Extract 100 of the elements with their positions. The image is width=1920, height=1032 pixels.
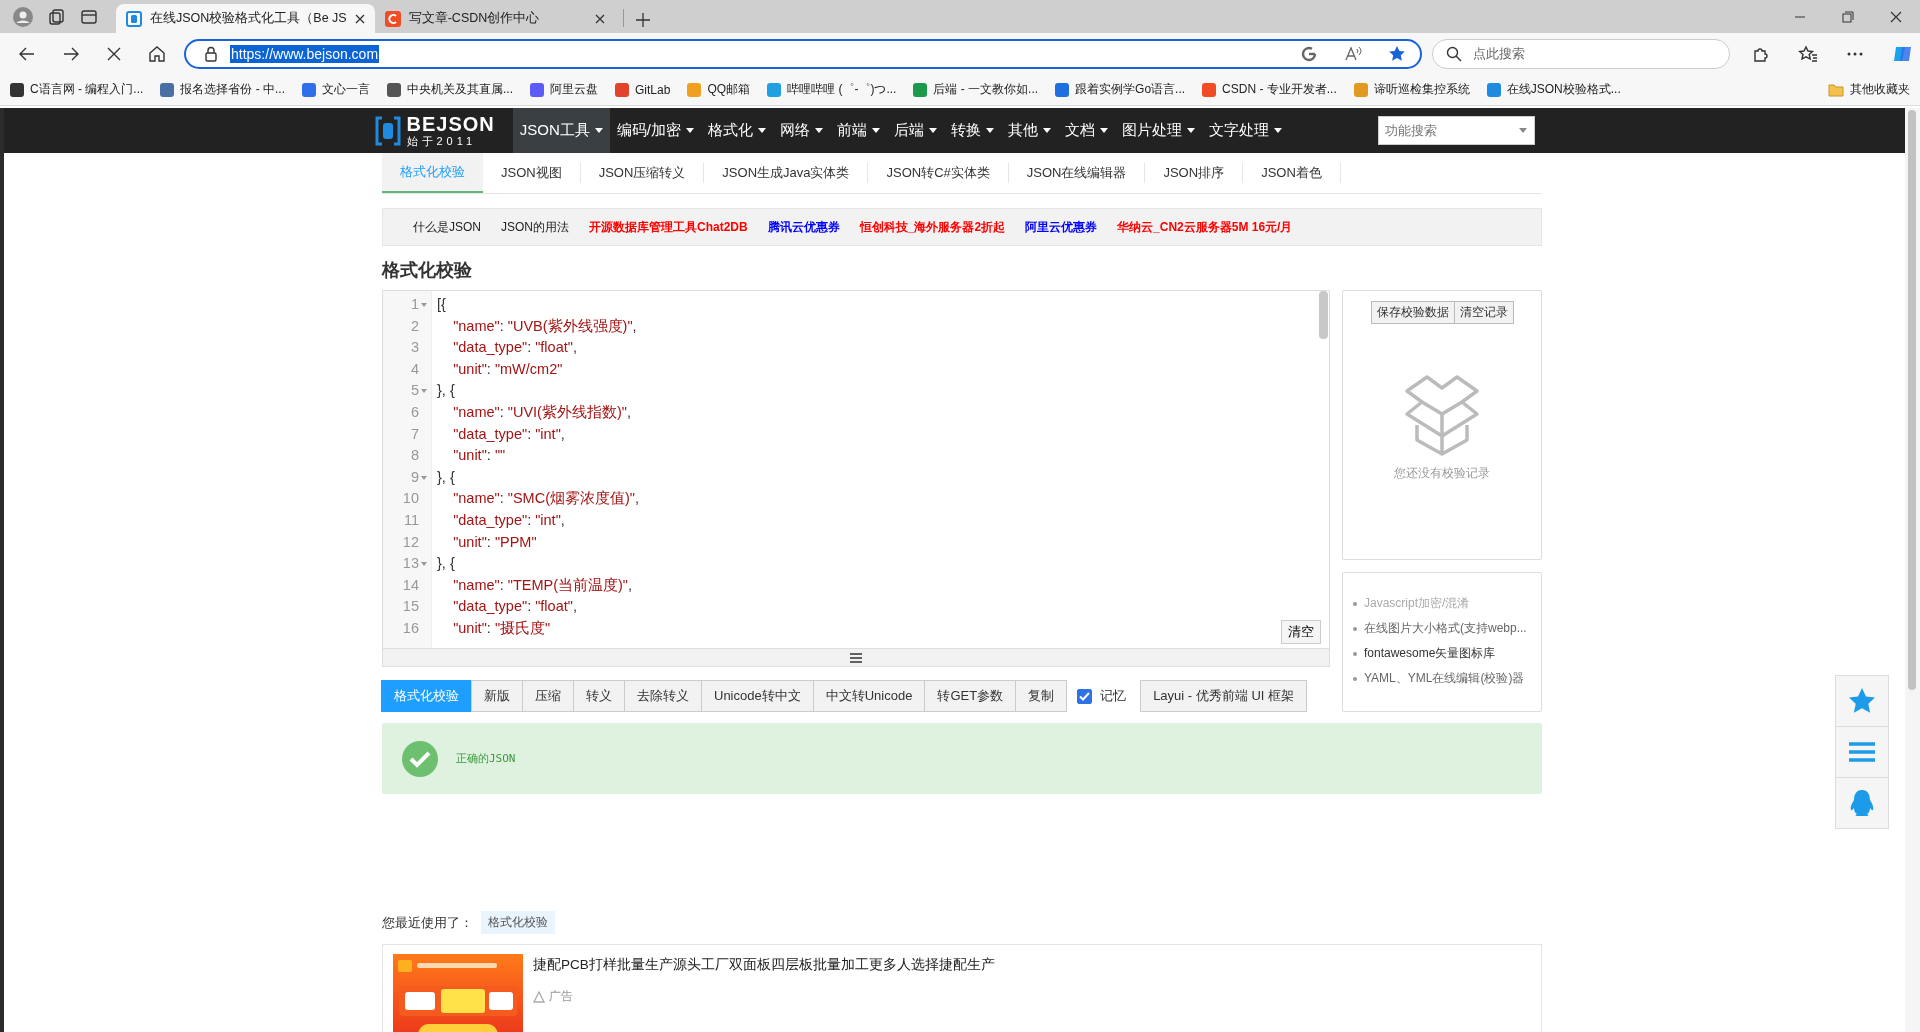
address-bar[interactable]: https://www.bejson.com — [184, 38, 1422, 69]
toolbar-button[interactable]: Unicode转中文 — [701, 680, 814, 712]
link[interactable]: 腾讯云优惠券 — [767, 218, 840, 236]
logo-title: BEJSON — [406, 114, 495, 134]
stop-icon[interactable] — [106, 45, 122, 62]
code-line: [{ — [437, 295, 446, 314]
tool-tab[interactable]: JSON转C#实体类 — [868, 163, 1009, 183]
menu-item[interactable]: 文字处理 — [1201, 108, 1289, 153]
toolbar-button[interactable]: 转GET参数 — [924, 680, 1017, 712]
tool-tab[interactable]: JSON着色 — [1243, 163, 1341, 183]
tool-tab[interactable]: JSON生成Java实体类 — [704, 163, 869, 183]
recent-tag[interactable]: 格式化校验 — [481, 911, 555, 934]
tab-actions-icon[interactable] — [80, 7, 98, 26]
line-number: 6 — [410, 402, 419, 422]
star-icon — [1848, 687, 1876, 715]
framework-link-button[interactable]: Layui - 优秀前端 UI 框架 — [1140, 680, 1307, 712]
fold-caret-icon[interactable] — [421, 389, 427, 394]
close-icon[interactable] — [594, 13, 605, 24]
toolbar-button[interactable]: 复制 — [1015, 680, 1068, 712]
bookmark-favicon-icon — [767, 82, 782, 97]
menu-item[interactable]: 转换 — [943, 108, 1001, 153]
toolbar-button[interactable]: 去除转义 — [624, 680, 702, 712]
menu-item[interactable]: 文档 — [1057, 108, 1115, 153]
bookmark[interactable]: 中央机关及其直属... — [387, 81, 514, 98]
bookmark[interactable]: 跟着实例学Go语言... — [1055, 81, 1186, 98]
menu-item[interactable]: 其他 — [1000, 108, 1058, 153]
ad-title[interactable]: 捷配PCB打样批量生产源头工厂双面板四层板批量加工更多人选择捷配生产 — [533, 956, 995, 974]
new-tab-icon[interactable] — [635, 13, 650, 27]
fold-caret-icon[interactable] — [421, 475, 427, 480]
close-icon[interactable] — [1890, 10, 1902, 23]
scrollbar-thumb[interactable] — [1319, 291, 1328, 339]
menu-item[interactable]: 图片处理 — [1114, 108, 1202, 153]
caret-icon — [871, 128, 880, 133]
clear-button[interactable]: 清空 — [1281, 620, 1321, 644]
feature-search-field[interactable]: 功能搜索 — [1377, 116, 1535, 145]
bookmark[interactable]: 在线JSON校验格式... — [1486, 81, 1621, 98]
tool-tab[interactable]: JSON在线编辑器 — [1008, 163, 1146, 183]
bookmark[interactable]: 文心一言 — [302, 81, 370, 98]
bookmark[interactable]: GitLab — [615, 82, 671, 97]
toolbar-button[interactable]: 压缩 — [522, 680, 574, 712]
link[interactable]: 华纳云_CN2云服务器5M 16元/月 — [1117, 218, 1293, 236]
refresh-icon[interactable] — [1300, 44, 1318, 63]
bookmark[interactable]: 谛听巡检集控系统 — [1353, 81, 1470, 98]
read-aloud-icon[interactable] — [1344, 44, 1362, 63]
tool-tab[interactable]: JSON视图 — [483, 163, 581, 183]
bookmark[interactable]: QQ邮箱 — [687, 81, 751, 98]
related-link[interactable]: YAML、YML在线编辑(校验)器 — [1364, 670, 1525, 687]
bookmark[interactable]: C语言网 - 编程入门... — [10, 81, 144, 98]
bookmark-folder[interactable]: 其他收藏夹 — [1828, 81, 1910, 98]
site-logo-icon[interactable] — [374, 115, 401, 146]
fold-caret-icon[interactable] — [421, 561, 427, 566]
line-number: 4 — [410, 359, 419, 379]
bookmark[interactable]: 后端 - 一文教你如... — [913, 81, 1039, 98]
home-icon[interactable] — [148, 44, 166, 63]
fold-caret-icon[interactable] — [421, 302, 427, 307]
bookmark[interactable]: CSDN - 专业开发者... — [1202, 81, 1337, 98]
browser-tab[interactable]: 写文章-CSDN创作中心 — [374, 4, 615, 33]
bookmark[interactable]: 阿里云盘 — [530, 81, 599, 98]
menu-item[interactable]: 编码/加密 — [609, 108, 701, 153]
history-button[interactable]: 清空记录 — [1454, 301, 1514, 324]
penguin-icon — [1849, 789, 1875, 817]
bookmark[interactable]: 哔哩哔哩 (゜-゜)つ... — [767, 81, 897, 98]
resize-handle[interactable] — [383, 648, 1329, 666]
link[interactable]: 阿里云优惠券 — [1025, 218, 1098, 236]
menu-item[interactable]: 网络 — [772, 108, 830, 153]
menu-item[interactable]: JSON工具 — [512, 108, 610, 153]
tool-tab[interactable]: JSON排序 — [1145, 163, 1244, 183]
browser-tab[interactable]: 在线JSON校验格式化工具（Be JS — [116, 4, 375, 33]
toolbar-button[interactable]: 转义 — [573, 680, 625, 712]
link[interactable]: 恒创科技_海外服务器2折起 — [859, 218, 1006, 236]
link[interactable]: 什么是JSON — [413, 218, 481, 236]
menu-item[interactable]: 格式化 — [700, 108, 773, 153]
star-icon[interactable] — [1388, 44, 1406, 63]
line-number: 16 — [402, 618, 419, 638]
link[interactable]: 开源数据库管理工具Chat2DB — [589, 218, 748, 236]
ad-card[interactable]: 捷配PCB打样批量生产源头工厂双面板四层板批量加工更多人选择捷配生产 广告 — [382, 944, 1542, 1032]
related-link[interactable]: fontawesome矢量图标库 — [1364, 645, 1496, 662]
code-line: "data_type": "float", — [452, 338, 577, 358]
favorites-icon[interactable] — [1798, 44, 1818, 63]
related-link[interactable]: 在线图片大小格式(支持webp... — [1364, 620, 1527, 637]
restore-icon[interactable] — [1842, 10, 1854, 23]
toolbar-button[interactable]: 中文转Unicode — [812, 680, 926, 712]
remember-checkbox[interactable] — [1077, 688, 1093, 704]
profile-icon[interactable] — [12, 5, 34, 28]
tool-tab[interactable]: JSON压缩转义 — [580, 163, 705, 183]
menu-item[interactable]: 前端 — [829, 108, 887, 153]
line-number: 8 — [410, 446, 419, 466]
history-button[interactable]: 保存校验数据 — [1370, 301, 1455, 324]
menu-item[interactable]: 后端 — [886, 108, 944, 153]
code-line: "name": "UVI(紫外线指数)", — [452, 402, 631, 422]
bookmark-favicon-icon — [10, 82, 24, 97]
close-icon[interactable] — [354, 13, 365, 24]
toolbar-button[interactable]: 新版 — [471, 680, 523, 712]
search-field[interactable]: 点此搜索 — [1432, 38, 1730, 69]
bookmark[interactable]: 报名选择省份 - 中... — [160, 81, 285, 98]
page-scrollbar-thumb[interactable] — [1908, 110, 1916, 690]
ad-mark-icon — [533, 990, 545, 1003]
link[interactable]: JSON的用法 — [501, 218, 570, 236]
check-icon — [1079, 691, 1091, 701]
collections-icon[interactable] — [48, 7, 66, 26]
